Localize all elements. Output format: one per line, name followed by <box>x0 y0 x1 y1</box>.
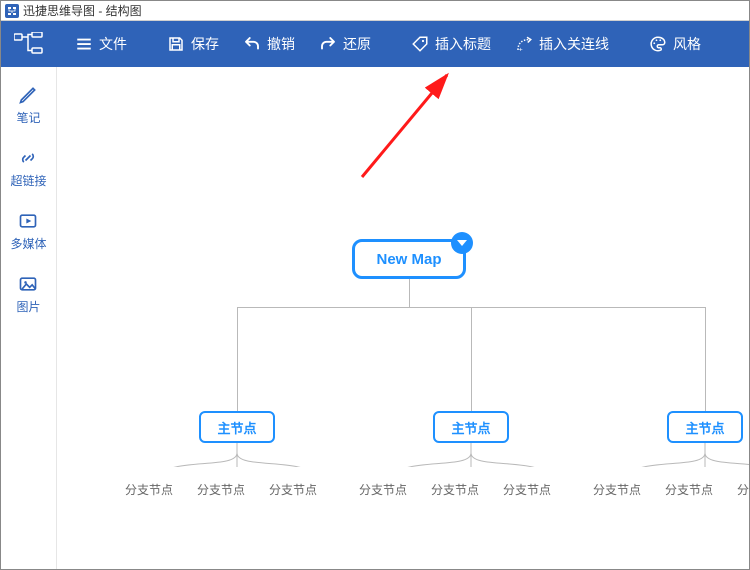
connector <box>409 279 410 307</box>
app-logo <box>1 21 57 67</box>
app-icon <box>5 4 19 18</box>
leaf-node[interactable]: 分支节点 <box>265 481 321 498</box>
sidebar-label: 多媒体 <box>10 235 46 252</box>
leaf-node[interactable]: 分支节点 <box>121 481 177 498</box>
leaf-node[interactable]: 分支节点 <box>193 481 249 498</box>
undo-icon <box>243 35 261 53</box>
image-icon <box>18 274 38 294</box>
sidebar-label: 笔记 <box>16 109 40 126</box>
svg-text:+: + <box>519 47 523 54</box>
main-node[interactable]: 主节点 <box>433 411 509 443</box>
mindmap-canvas[interactable]: New Map 主节点分支节点分支节点分支节点主节点分支节点分支节点分支节点主节… <box>57 67 749 569</box>
main-node[interactable]: 主节点 <box>667 411 743 443</box>
sidebar-label: 超链接 <box>10 172 46 189</box>
leaf-node[interactable]: 分支节点 <box>499 481 555 498</box>
annotation-arrow <box>347 67 467 187</box>
insert-title-button[interactable]: 插入标题 <box>403 30 499 58</box>
sidebar-item-image[interactable]: 图片 <box>16 274 40 315</box>
root-dropdown[interactable] <box>451 232 473 254</box>
connector <box>237 307 238 411</box>
tag-icon <box>411 35 429 53</box>
sidebar-item-multimedia[interactable]: 多媒体 <box>10 211 46 252</box>
leaf-node[interactable]: 分支节点 <box>589 481 645 498</box>
sidebar-item-note[interactable]: 笔记 <box>16 85 40 126</box>
save-icon <box>167 35 185 53</box>
main-node[interactable]: 主节点 <box>199 411 275 443</box>
leaf-node[interactable]: 分支节点 <box>661 481 717 498</box>
play-icon <box>18 211 38 231</box>
leaf-node[interactable]: 分支节点 <box>733 481 749 498</box>
redo-button[interactable]: 还原 <box>311 30 379 58</box>
sidebar-label: 图片 <box>16 298 40 315</box>
connector <box>705 307 706 411</box>
undo-button[interactable]: 撤销 <box>235 30 303 58</box>
menu-icon <box>75 35 93 53</box>
insert-connector-button[interactable]: + 插入关连线 <box>507 30 617 58</box>
window-titlebar: 迅捷思维导图 - 结构图 <box>1 1 749 21</box>
link-icon <box>18 148 38 168</box>
leaf-node[interactable]: 分支节点 <box>427 481 483 498</box>
toolbar: 文件 保存 撤销 还原 插入标题 <box>57 21 749 67</box>
save-button[interactable]: 保存 <box>159 30 227 58</box>
connector-icon: + <box>515 35 533 53</box>
connector <box>471 307 472 411</box>
pencil-icon <box>18 85 38 105</box>
sidebar-item-hyperlink[interactable]: 超链接 <box>10 148 46 189</box>
connector <box>385 443 545 467</box>
palette-icon <box>649 35 667 53</box>
connector <box>151 443 311 467</box>
root-node[interactable]: New Map <box>352 239 466 279</box>
style-button[interactable]: 风格 <box>641 30 709 58</box>
file-button[interactable]: 文件 <box>67 30 135 58</box>
leaf-node[interactable]: 分支节点 <box>355 481 411 498</box>
connector <box>619 443 749 467</box>
window-title: 迅捷思维导图 - 结构图 <box>23 2 142 19</box>
redo-icon <box>319 35 337 53</box>
